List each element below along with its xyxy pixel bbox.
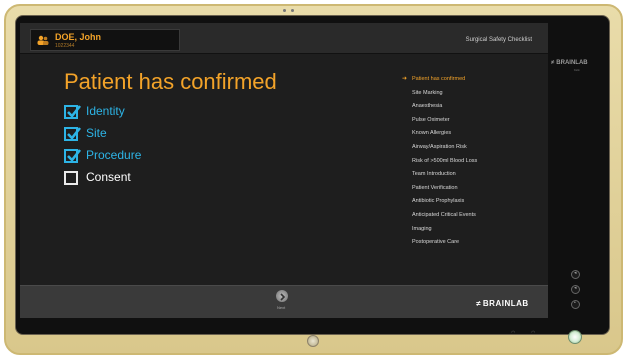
nav-item-known-allergies[interactable]: Known Allergies: [412, 129, 542, 143]
nav-item-site-marking[interactable]: Site Marking: [412, 89, 542, 103]
nav-item-antibiotic-prophylaxis[interactable]: Antibiotic Prophylaxis: [412, 197, 542, 211]
nav-item-patient-verification[interactable]: Patient Verification: [412, 184, 542, 198]
page-title: Patient has confirmed: [64, 69, 277, 94]
nav-item-label: Site Marking: [412, 89, 443, 96]
nav-item-label: Antibiotic Prophylaxis: [412, 198, 465, 205]
nav-item-label: Anaesthesia: [412, 103, 443, 110]
next-label: Next: [277, 305, 286, 310]
check-label-identity: Identity: [86, 104, 125, 118]
check-item-identity[interactable]: Identity: [64, 104, 264, 126]
nav-item-critical-events[interactable]: Anticipated Critical Events: [412, 211, 542, 225]
settings-button[interactable]: •: [571, 300, 580, 309]
nav-item-pulse-oximeter[interactable]: Pulse Oximeter: [412, 116, 542, 130]
check-item-procedure[interactable]: Procedure: [64, 148, 264, 170]
nav-item-airway-risk[interactable]: Airway/Aspiration Risk: [412, 143, 542, 157]
next-arrow-icon: [280, 293, 286, 301]
checkmark-icon: [67, 127, 82, 140]
speaker-icon: ◂: [574, 285, 577, 291]
camera-dot: [291, 9, 294, 12]
confirmation-checklist: Identity Site Procedure Consent: [64, 104, 264, 192]
check-item-site[interactable]: Site: [64, 126, 264, 148]
device-brand-logo: ≠ BRAINLAB: [551, 60, 588, 66]
camera-dot: [283, 9, 286, 12]
nav-item-label: Team Introduction: [412, 171, 456, 178]
brand-text: BRAINLAB: [482, 299, 529, 308]
power-button[interactable]: [568, 330, 582, 344]
brightness-icon[interactable]: ◠: [511, 330, 515, 336]
nav-item-label: Imaging: [412, 225, 432, 232]
checkbox-consent[interactable]: [64, 171, 78, 185]
device-brand-text: BRAINLAB: [556, 60, 588, 66]
checklist-title: Surgical Safety Checklist: [465, 37, 532, 43]
patient-info-box[interactable]: DOE, John 1022344: [30, 29, 180, 51]
brainlab-logo: ≠ BRAINLAB: [476, 299, 529, 308]
check-label-site: Site: [86, 126, 107, 140]
nav-item-patient-confirmed[interactable]: ➜ Patient has confirmed: [402, 75, 542, 89]
checkbox-procedure[interactable]: [64, 149, 82, 163]
device-model-label: Kick: [574, 68, 580, 72]
nav-item-label: Anticipated Critical Events: [412, 211, 476, 218]
checkbox-identity[interactable]: [64, 105, 82, 119]
check-label-consent: Consent: [86, 170, 131, 184]
volume-down-button[interactable]: ◂: [571, 270, 580, 279]
checkmark-icon: [67, 105, 82, 118]
nav-item-label: Known Allergies: [412, 130, 452, 137]
check-label-procedure: Procedure: [86, 148, 142, 162]
contrast-icon[interactable]: ◠: [531, 330, 535, 336]
patient-icon: [37, 35, 49, 45]
nav-item-label: Patient has confirmed: [412, 76, 466, 82]
checkbox-site[interactable]: [64, 127, 82, 141]
current-step-arrow-icon: ➜: [402, 76, 408, 82]
nav-item-blood-loss-risk[interactable]: Risk of >500ml Blood Loss: [412, 157, 542, 171]
home-button[interactable]: [307, 335, 319, 347]
screen: DOE, John 1022344 Surgical Safety Checkl…: [20, 23, 548, 318]
nav-item-anaesthesia[interactable]: Anaesthesia: [412, 102, 542, 116]
top-bar: DOE, John 1022344 Surgical Safety Checkl…: [20, 23, 548, 54]
dot-icon: •: [574, 300, 576, 306]
patient-name: DOE, John: [55, 32, 102, 42]
check-item-consent[interactable]: Consent: [64, 170, 264, 192]
patient-id: 1022344: [55, 43, 75, 49]
nav-item-label: Airway/Aspiration Risk: [412, 143, 467, 150]
nav-item-label: Risk of >500ml Blood Loss: [412, 157, 478, 164]
checkmark-icon: [67, 149, 82, 162]
nav-item-postoperative-care[interactable]: Postoperative Care: [412, 238, 542, 252]
nav-item-label: Postoperative Care: [412, 239, 460, 246]
nav-item-label: Patient Verification: [412, 184, 458, 191]
nav-item-label: Pulse Oximeter: [412, 116, 450, 123]
checklist-step-nav: ➜ Patient has confirmed Site Marking Ana…: [402, 75, 542, 252]
nav-item-team-introduction[interactable]: Team Introduction: [412, 170, 542, 184]
nav-item-imaging[interactable]: Imaging: [412, 225, 542, 239]
brainlab-logo-icon: ≠: [476, 299, 481, 308]
next-button[interactable]: [276, 290, 288, 302]
speaker-icon: ◂: [574, 270, 577, 276]
volume-up-button[interactable]: ◂: [571, 285, 580, 294]
brainlab-logo-icon: ≠: [551, 60, 555, 66]
bottom-bar: Next ≠ BRAINLAB: [20, 285, 548, 318]
